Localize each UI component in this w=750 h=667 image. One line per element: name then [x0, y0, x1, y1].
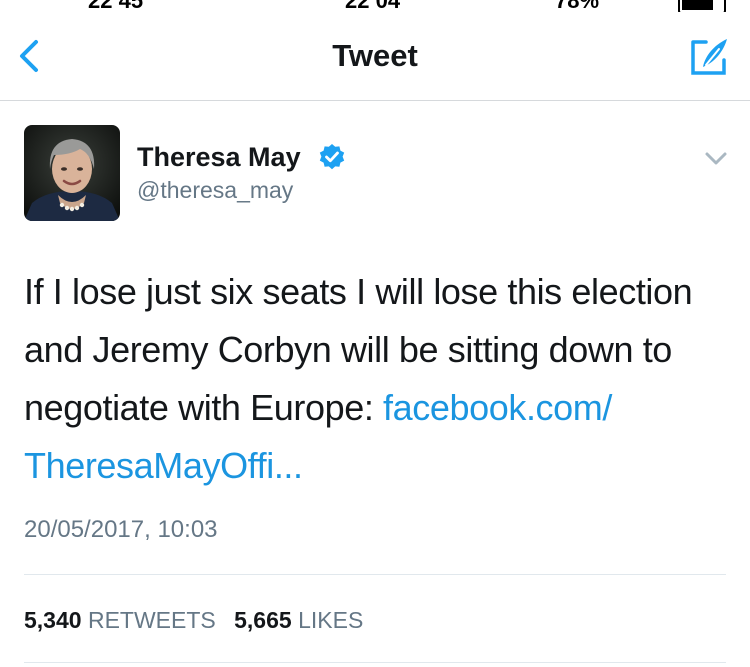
divider — [24, 662, 726, 663]
verified-badge-icon — [319, 144, 345, 170]
compose-tweet-button[interactable] — [688, 36, 730, 78]
nav-bar: Tweet — [0, 12, 750, 101]
tweet-stats: 5,340 RETWEETS 5,665 LIKES — [24, 607, 375, 634]
author-name[interactable]: Theresa May — [137, 142, 301, 173]
retweets-stat[interactable]: 5,340 RETWEETS — [24, 607, 216, 633]
battery-icon — [678, 0, 726, 12]
status-left-text: 22 45 — [88, 0, 143, 12]
likes-stat[interactable]: 5,665 LIKES — [234, 607, 363, 633]
likes-count: 5,665 — [234, 607, 292, 633]
retweets-count: 5,340 — [24, 607, 82, 633]
chevron-down-icon[interactable] — [704, 151, 728, 167]
battery-fill — [682, 0, 713, 10]
tweet-timestamp: 20/05/2017, 10:03 — [24, 516, 218, 543]
likes-label: LIKES — [298, 607, 364, 633]
profile-photo — [24, 125, 120, 221]
divider — [24, 574, 726, 575]
status-clock: 22 04 — [345, 0, 400, 12]
author-handle[interactable]: @theresa_may — [137, 177, 293, 204]
tweet-text: If I lose just six seats I will lose thi… — [24, 263, 739, 495]
compose-tweet-icon — [691, 39, 727, 75]
status-battery-percent: 78% — [555, 0, 599, 12]
retweets-label: RETWEETS — [87, 607, 216, 633]
page-title: Tweet — [332, 38, 418, 73]
avatar[interactable] — [24, 125, 120, 221]
status-bar: 22 45 22 04 78% — [0, 0, 750, 12]
